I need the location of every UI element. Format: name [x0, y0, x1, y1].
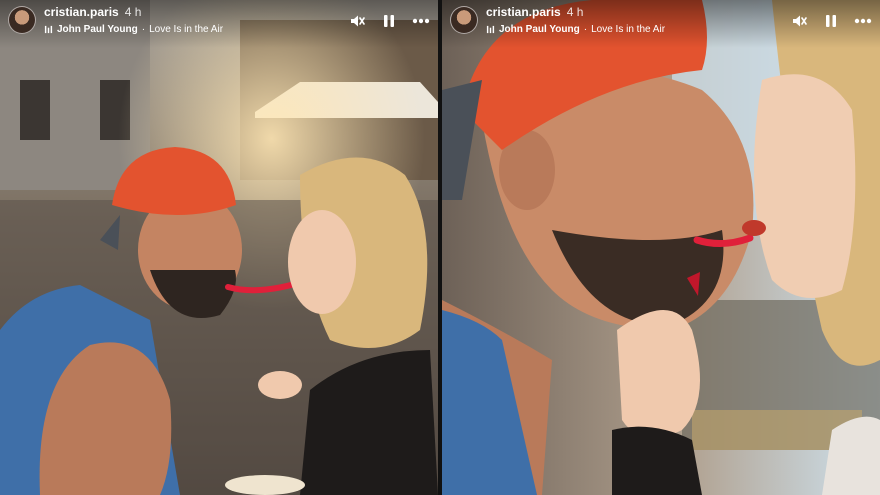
story-header: cristian.paris 4 h John Paul Young · Lov…: [442, 0, 880, 48]
avatar[interactable]: [450, 6, 478, 34]
music-attribution[interactable]: John Paul Young · Love Is in the Air: [44, 24, 223, 36]
track-title: Love Is in the Air: [591, 23, 666, 35]
story-header: cristian.paris 4 h John Paul Young · Lov…: [0, 0, 438, 48]
story-meta: cristian.paris 4 h John Paul Young · Lov…: [486, 5, 665, 36]
mute-icon[interactable]: [348, 12, 366, 30]
username[interactable]: cristian.paris: [44, 5, 119, 20]
story-controls: [790, 6, 872, 30]
track-separator: ·: [583, 23, 588, 35]
track-separator: ·: [141, 23, 146, 35]
username[interactable]: cristian.paris: [486, 5, 561, 20]
post-time: 4 h: [124, 5, 142, 19]
music-icon: [486, 25, 495, 34]
story-photo-left: [0, 0, 438, 495]
track-title: Love Is in the Air: [149, 23, 224, 35]
track-artist: John Paul Young: [57, 23, 138, 35]
music-icon: [44, 25, 53, 34]
story-controls: [348, 6, 430, 30]
post-time: 4 h: [566, 5, 584, 19]
music-attribution[interactable]: John Paul Young · Love Is in the Air: [486, 24, 665, 36]
story-photo-right: [442, 0, 880, 495]
pause-icon[interactable]: [822, 12, 840, 30]
mute-icon[interactable]: [790, 12, 808, 30]
story-meta: cristian.paris 4 h John Paul Young · Lov…: [44, 5, 223, 36]
more-icon[interactable]: [854, 12, 872, 30]
more-icon[interactable]: [412, 12, 430, 30]
track-artist: John Paul Young: [499, 23, 580, 35]
story-panel-left[interactable]: cristian.paris 4 h John Paul Young · Lov…: [0, 0, 438, 495]
avatar[interactable]: [8, 6, 36, 34]
story-panel-right[interactable]: cristian.paris 4 h John Paul Young · Lov…: [442, 0, 880, 495]
pause-icon[interactable]: [380, 12, 398, 30]
story-viewer: cristian.paris 4 h John Paul Young · Lov…: [0, 0, 880, 495]
